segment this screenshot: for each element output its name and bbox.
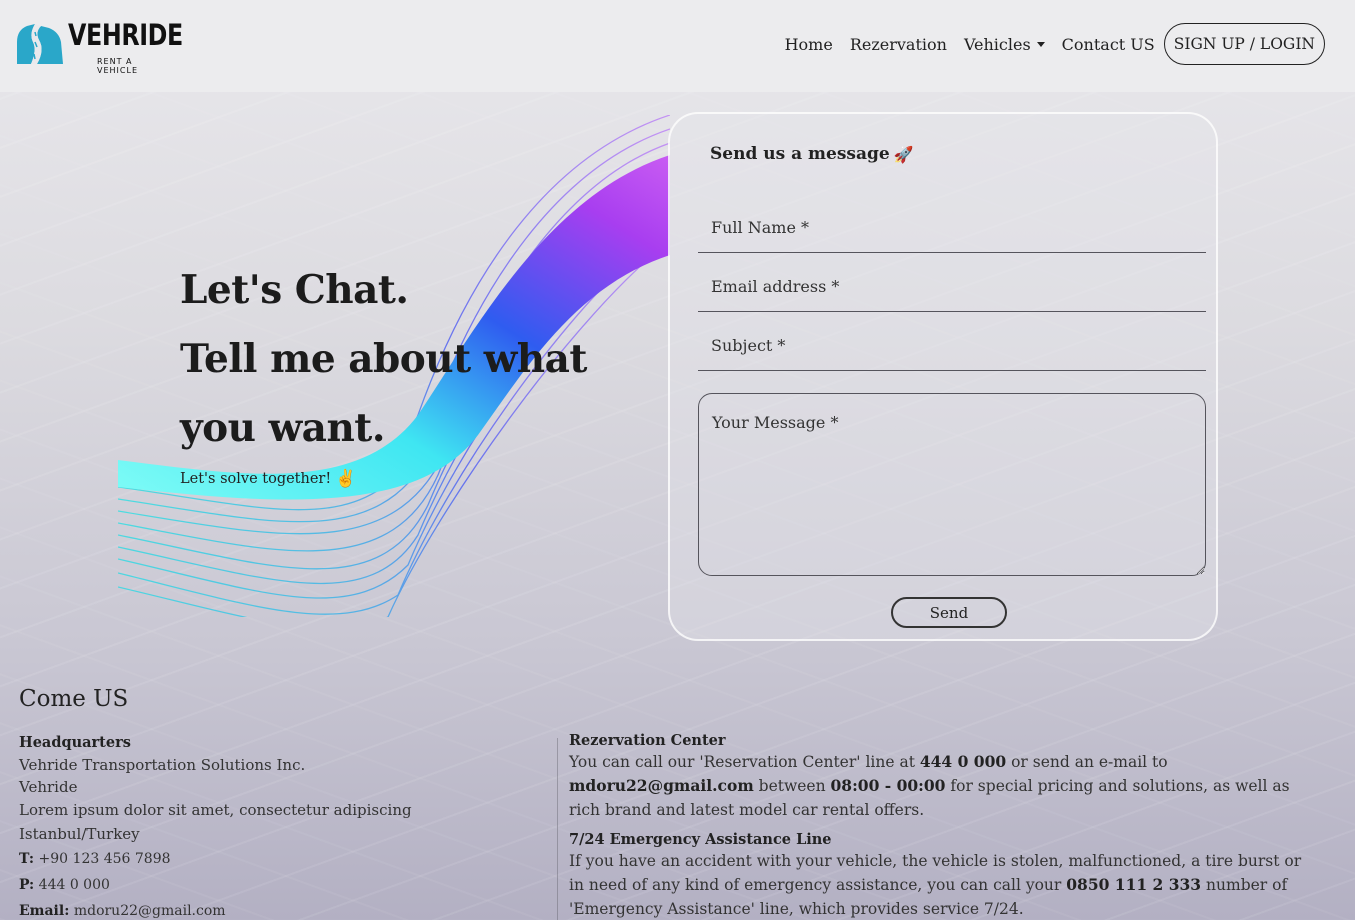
reservation-heading: Rezervation Center bbox=[569, 732, 726, 749]
hero-subtitle: Let's solve together! bbox=[180, 471, 332, 487]
nav-rezervation[interactable]: Rezervation bbox=[850, 35, 947, 54]
email-value[interactable]: mdoru22@gmail.com bbox=[74, 903, 226, 919]
nav-links: Home Rezervation Vehicles Contact US SIG… bbox=[768, 23, 1325, 65]
full-name-input[interactable] bbox=[698, 203, 1206, 253]
phone-label: P: bbox=[19, 877, 35, 893]
hero-heading-line-2: Tell me about what bbox=[180, 336, 587, 382]
contact-form-card: Send us a message 🚀 Send bbox=[668, 112, 1218, 641]
hero-heading-line-1: Let's Chat. bbox=[180, 267, 409, 313]
nav-home[interactable]: Home bbox=[785, 35, 833, 54]
address-line-2: Istanbul/Turkey bbox=[19, 825, 140, 843]
reservation-text-2: or send an e-mail to bbox=[1011, 753, 1168, 771]
reservation-text: You can call our 'Reservation Center' li… bbox=[569, 750, 1314, 822]
reservation-email[interactable]: mdoru22@gmail.com bbox=[569, 776, 754, 795]
emergency-text: If you have an accident with your vehicl… bbox=[569, 849, 1314, 920]
hero-section: Let's Chat. Tell me about what you want.… bbox=[180, 256, 600, 489]
nav-contact[interactable]: Contact US bbox=[1062, 35, 1155, 54]
column-divider bbox=[557, 738, 558, 920]
telephone-value: +90 123 456 7898 bbox=[38, 851, 171, 867]
phone-value: 444 0 000 bbox=[38, 877, 110, 893]
contact-section-title: Come US bbox=[19, 686, 129, 712]
send-button[interactable]: Send bbox=[891, 597, 1007, 628]
emergency-phone: 0850 111 2 333 bbox=[1066, 875, 1202, 894]
signup-login-button[interactable]: SIGN UP / LOGIN bbox=[1163, 23, 1325, 65]
hero-heading-line-3: you want. bbox=[180, 405, 385, 451]
reservation-hours: 08:00 - 00:00 bbox=[830, 776, 946, 795]
email-input[interactable] bbox=[698, 262, 1206, 312]
support-column: Rezervation Center You can call our 'Res… bbox=[569, 732, 1314, 920]
telephone-row: T: +90 123 456 7898 bbox=[19, 847, 539, 872]
rocket-icon: 🚀 bbox=[893, 144, 914, 164]
headquarters-column: Headquarters Vehride Transportation Solu… bbox=[19, 732, 539, 920]
subject-input[interactable] bbox=[698, 321, 1206, 371]
nav-vehicles-dropdown[interactable]: Vehicles bbox=[964, 35, 1045, 54]
reservation-phone: 444 0 000 bbox=[919, 752, 1007, 771]
company-short-name: Vehride bbox=[19, 778, 78, 796]
email-row: Email: mdoru22@gmail.com bbox=[19, 899, 539, 920]
brand-name: VEHRIDE bbox=[68, 18, 183, 52]
emergency-heading: 7/24 Emergency Assistance Line bbox=[569, 831, 832, 848]
reservation-text-1: You can call our 'Reservation Center' li… bbox=[569, 753, 915, 771]
form-title-row: Send us a message 🚀 bbox=[710, 144, 914, 164]
phone-row: P: 444 0 000 bbox=[19, 873, 539, 898]
brand-logo[interactable]: VEHRIDE RENT A VEHICLE bbox=[15, 18, 183, 75]
navbar: VEHRIDE RENT A VEHICLE Home Rezervation … bbox=[0, 0, 1355, 92]
telephone-label: T: bbox=[19, 851, 35, 867]
road-logo-icon bbox=[17, 24, 63, 64]
message-textarea[interactable] bbox=[698, 393, 1206, 576]
address-line-1: Lorem ipsum dolor sit amet, consectetur … bbox=[19, 801, 412, 819]
headquarters-heading: Headquarters bbox=[19, 734, 131, 751]
reservation-text-3: between bbox=[758, 777, 826, 795]
brand-tagline: RENT A VEHICLE bbox=[97, 57, 138, 75]
hand-icon: ✌ bbox=[335, 469, 357, 489]
email-label: Email: bbox=[19, 903, 70, 919]
form-title: Send us a message bbox=[710, 144, 890, 164]
hero-subtitle-row: Let's solve together! ✌ bbox=[180, 469, 600, 489]
company-name: Vehride Transportation Solutions Inc. bbox=[19, 756, 306, 774]
